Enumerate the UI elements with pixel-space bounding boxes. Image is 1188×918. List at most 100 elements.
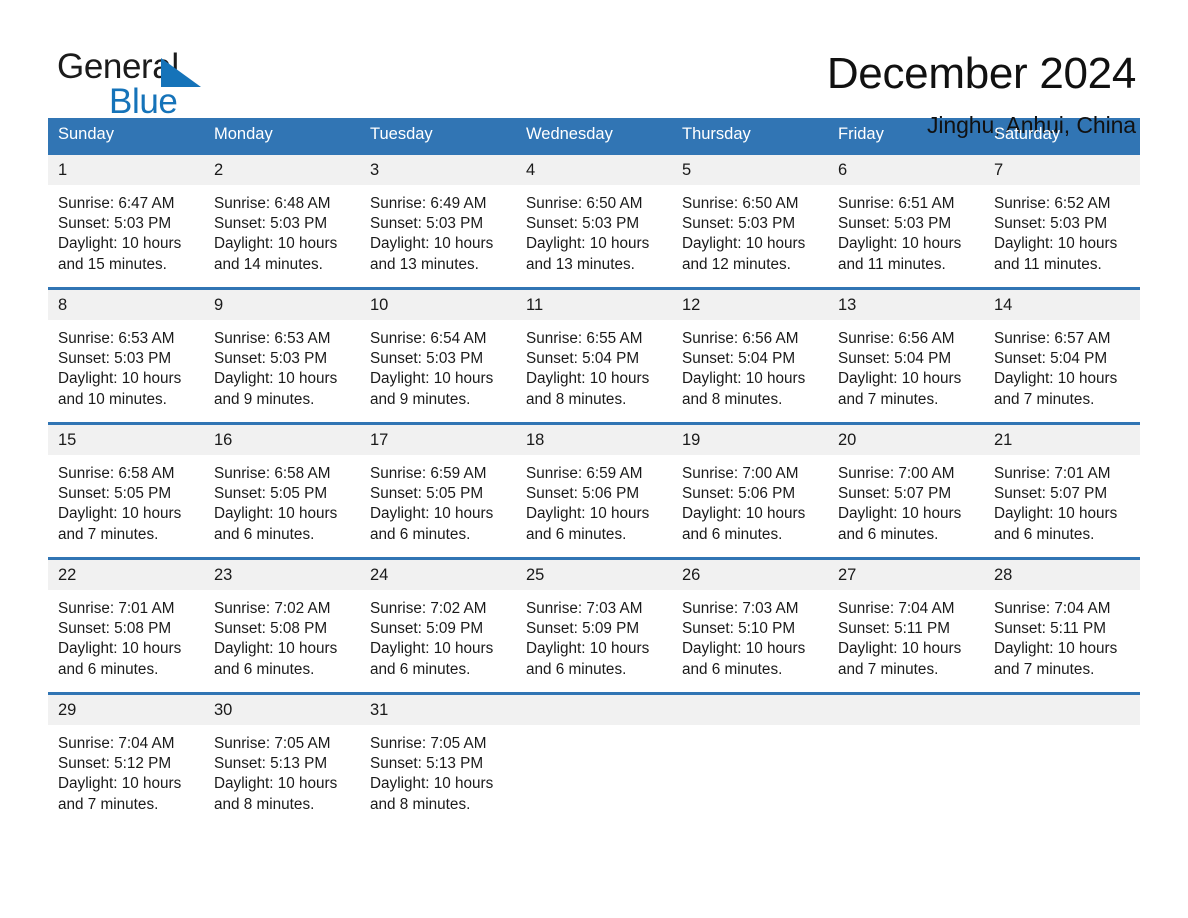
day-sun-info: [984, 725, 1140, 734]
day-sun-info: Sunrise: 7:01 AM Sunset: 5:08 PM Dayligh…: [58, 600, 182, 678]
day-number: 17: [360, 425, 516, 455]
day-sun-info: Sunrise: 7:03 AM Sunset: 5:10 PM Dayligh…: [682, 600, 806, 678]
weekday-header-monday: Monday: [204, 118, 360, 154]
calendar-day-cell[interactable]: 30 Sunrise: 7:05 AM Sunset: 5:13 PM Dayli…: [204, 692, 360, 829]
day-number: [672, 695, 828, 725]
calendar-day-cell[interactable]: 18 Sunrise: 6:59 AM Sunset: 5:06 PM Dayli…: [516, 422, 672, 559]
day-sun-info: Sunrise: 6:51 AM Sunset: 5:03 PM Dayligh…: [838, 195, 962, 273]
day-number: 2: [204, 155, 360, 185]
day-sun-info: [672, 725, 828, 734]
calendar-day-cell[interactable]: 3 Sunrise: 6:49 AM Sunset: 5:03 PM Daylig…: [360, 152, 516, 289]
day-sun-info: Sunrise: 7:04 AM Sunset: 5:11 PM Dayligh…: [994, 600, 1118, 678]
day-number: 12: [672, 290, 828, 320]
day-number: [984, 695, 1140, 725]
calendar-day-cell[interactable]: 22 Sunrise: 7:01 AM Sunset: 5:08 PM Dayli…: [48, 557, 204, 694]
calendar-day-cell[interactable]: 21 Sunrise: 7:01 AM Sunset: 5:07 PM Dayli…: [984, 422, 1140, 559]
day-number: 13: [828, 290, 984, 320]
day-sun-info: Sunrise: 7:05 AM Sunset: 5:13 PM Dayligh…: [370, 735, 494, 813]
day-sun-info: Sunrise: 6:52 AM Sunset: 5:03 PM Dayligh…: [994, 195, 1118, 273]
calendar-day-cell-empty: [828, 692, 984, 829]
day-number: 9: [204, 290, 360, 320]
calendar-week-row: 29 Sunrise: 7:04 AM Sunset: 5:12 PM Dayli…: [48, 692, 1140, 829]
day-number: 22: [48, 560, 204, 590]
day-sun-info: Sunrise: 7:02 AM Sunset: 5:08 PM Dayligh…: [214, 600, 338, 678]
calendar-day-cell[interactable]: 19 Sunrise: 7:00 AM Sunset: 5:06 PM Dayli…: [672, 422, 828, 559]
calendar-day-cell[interactable]: 25 Sunrise: 7:03 AM Sunset: 5:09 PM Dayli…: [516, 557, 672, 694]
day-number: 24: [360, 560, 516, 590]
calendar-day-cell[interactable]: 14 Sunrise: 6:57 AM Sunset: 5:04 PM Dayli…: [984, 287, 1140, 424]
calendar-day-cell[interactable]: 15 Sunrise: 6:58 AM Sunset: 5:05 PM Dayli…: [48, 422, 204, 559]
day-sun-info: Sunrise: 6:53 AM Sunset: 5:03 PM Dayligh…: [214, 330, 338, 408]
calendar-day-cell[interactable]: 28 Sunrise: 7:04 AM Sunset: 5:11 PM Dayli…: [984, 557, 1140, 694]
logo-text-blue: Blue: [109, 82, 178, 121]
day-sun-info: Sunrise: 6:50 AM Sunset: 5:03 PM Dayligh…: [682, 195, 806, 273]
calendar-day-cell-empty: [516, 692, 672, 829]
day-sun-info: Sunrise: 6:48 AM Sunset: 5:03 PM Dayligh…: [214, 195, 338, 273]
calendar-day-cell[interactable]: 4 Sunrise: 6:50 AM Sunset: 5:03 PM Daylig…: [516, 152, 672, 289]
weekday-header-thursday: Thursday: [672, 118, 828, 154]
calendar-day-cell-empty: [984, 692, 1140, 829]
day-sun-info: Sunrise: 6:49 AM Sunset: 5:03 PM Dayligh…: [370, 195, 494, 273]
day-sun-info: [828, 725, 984, 734]
calendar-day-cell[interactable]: 24 Sunrise: 7:02 AM Sunset: 5:09 PM Dayli…: [360, 557, 516, 694]
day-number: 16: [204, 425, 360, 455]
calendar-day-cell[interactable]: 20 Sunrise: 7:00 AM Sunset: 5:07 PM Dayli…: [828, 422, 984, 559]
calendar-day-cell-empty: [672, 692, 828, 829]
day-sun-info: Sunrise: 6:56 AM Sunset: 5:04 PM Dayligh…: [682, 330, 806, 408]
day-sun-info: Sunrise: 7:05 AM Sunset: 5:13 PM Dayligh…: [214, 735, 338, 813]
day-sun-info: Sunrise: 6:47 AM Sunset: 5:03 PM Dayligh…: [58, 195, 182, 273]
day-number: 10: [360, 290, 516, 320]
day-number: 11: [516, 290, 672, 320]
day-number: 31: [360, 695, 516, 725]
calendar-week-row: 8 Sunrise: 6:53 AM Sunset: 5:03 PM Daylig…: [48, 287, 1140, 424]
calendar-body: 1 Sunrise: 6:47 AM Sunset: 5:03 PM Daylig…: [48, 152, 1140, 829]
day-sun-info: Sunrise: 6:58 AM Sunset: 5:05 PM Dayligh…: [214, 465, 338, 543]
day-sun-info: Sunrise: 7:00 AM Sunset: 5:06 PM Dayligh…: [682, 465, 806, 543]
calendar-day-cell[interactable]: 16 Sunrise: 6:58 AM Sunset: 5:05 PM Dayli…: [204, 422, 360, 559]
day-number: 29: [48, 695, 204, 725]
calendar-day-cell[interactable]: 29 Sunrise: 7:04 AM Sunset: 5:12 PM Dayli…: [48, 692, 204, 829]
calendar-day-cell[interactable]: 6 Sunrise: 6:51 AM Sunset: 5:03 PM Daylig…: [828, 152, 984, 289]
weekday-header-wednesday: Wednesday: [516, 118, 672, 154]
calendar-week-row: 22 Sunrise: 7:01 AM Sunset: 5:08 PM Dayli…: [48, 557, 1140, 694]
day-number: 30: [204, 695, 360, 725]
day-number: 7: [984, 155, 1140, 185]
calendar-day-cell[interactable]: 12 Sunrise: 6:56 AM Sunset: 5:04 PM Dayli…: [672, 287, 828, 424]
calendar-day-cell[interactable]: 17 Sunrise: 6:59 AM Sunset: 5:05 PM Dayli…: [360, 422, 516, 559]
day-sun-info: Sunrise: 7:04 AM Sunset: 5:11 PM Dayligh…: [838, 600, 962, 678]
day-sun-info: Sunrise: 6:53 AM Sunset: 5:03 PM Dayligh…: [58, 330, 182, 408]
day-sun-info: Sunrise: 6:57 AM Sunset: 5:04 PM Dayligh…: [994, 330, 1118, 408]
day-number: 5: [672, 155, 828, 185]
day-number: 21: [984, 425, 1140, 455]
calendar-day-cell[interactable]: 27 Sunrise: 7:04 AM Sunset: 5:11 PM Dayli…: [828, 557, 984, 694]
calendar-day-cell[interactable]: 26 Sunrise: 7:03 AM Sunset: 5:10 PM Dayli…: [672, 557, 828, 694]
page-header: General Blue December 2024 Jinghu, Anhui…: [0, 0, 1188, 138]
day-sun-info: Sunrise: 7:01 AM Sunset: 5:07 PM Dayligh…: [994, 465, 1118, 543]
day-number: 20: [828, 425, 984, 455]
calendar-day-cell[interactable]: 31 Sunrise: 7:05 AM Sunset: 5:13 PM Dayli…: [360, 692, 516, 829]
day-sun-info: Sunrise: 7:00 AM Sunset: 5:07 PM Dayligh…: [838, 465, 962, 543]
calendar-day-cell[interactable]: 13 Sunrise: 6:56 AM Sunset: 5:04 PM Dayli…: [828, 287, 984, 424]
sunrise-sunset-calendar: Sunday Monday Tuesday Wednesday Thursday…: [48, 118, 1140, 829]
calendar-day-cell[interactable]: 7 Sunrise: 6:52 AM Sunset: 5:03 PM Daylig…: [984, 152, 1140, 289]
day-number: 1: [48, 155, 204, 185]
calendar-day-cell[interactable]: 1 Sunrise: 6:47 AM Sunset: 5:03 PM Daylig…: [48, 152, 204, 289]
day-number: 15: [48, 425, 204, 455]
day-number: 18: [516, 425, 672, 455]
weekday-header-tuesday: Tuesday: [360, 118, 516, 154]
calendar-day-cell[interactable]: 2 Sunrise: 6:48 AM Sunset: 5:03 PM Daylig…: [204, 152, 360, 289]
calendar-day-cell[interactable]: 8 Sunrise: 6:53 AM Sunset: 5:03 PM Daylig…: [48, 287, 204, 424]
day-number: 26: [672, 560, 828, 590]
general-blue-logo: General Blue: [57, 47, 257, 121]
calendar-day-cell[interactable]: 11 Sunrise: 6:55 AM Sunset: 5:04 PM Dayli…: [516, 287, 672, 424]
day-sun-info: Sunrise: 7:02 AM Sunset: 5:09 PM Dayligh…: [370, 600, 494, 678]
calendar-day-cell[interactable]: 9 Sunrise: 6:53 AM Sunset: 5:03 PM Daylig…: [204, 287, 360, 424]
calendar-day-cell[interactable]: 5 Sunrise: 6:50 AM Sunset: 5:03 PM Daylig…: [672, 152, 828, 289]
page-title: December 2024: [826, 49, 1136, 98]
day-number: 4: [516, 155, 672, 185]
calendar-day-cell[interactable]: 23 Sunrise: 7:02 AM Sunset: 5:08 PM Dayli…: [204, 557, 360, 694]
day-sun-info: Sunrise: 6:50 AM Sunset: 5:03 PM Dayligh…: [526, 195, 650, 273]
day-number: 14: [984, 290, 1140, 320]
day-number: 27: [828, 560, 984, 590]
calendar-day-cell[interactable]: 10 Sunrise: 6:54 AM Sunset: 5:03 PM Dayli…: [360, 287, 516, 424]
